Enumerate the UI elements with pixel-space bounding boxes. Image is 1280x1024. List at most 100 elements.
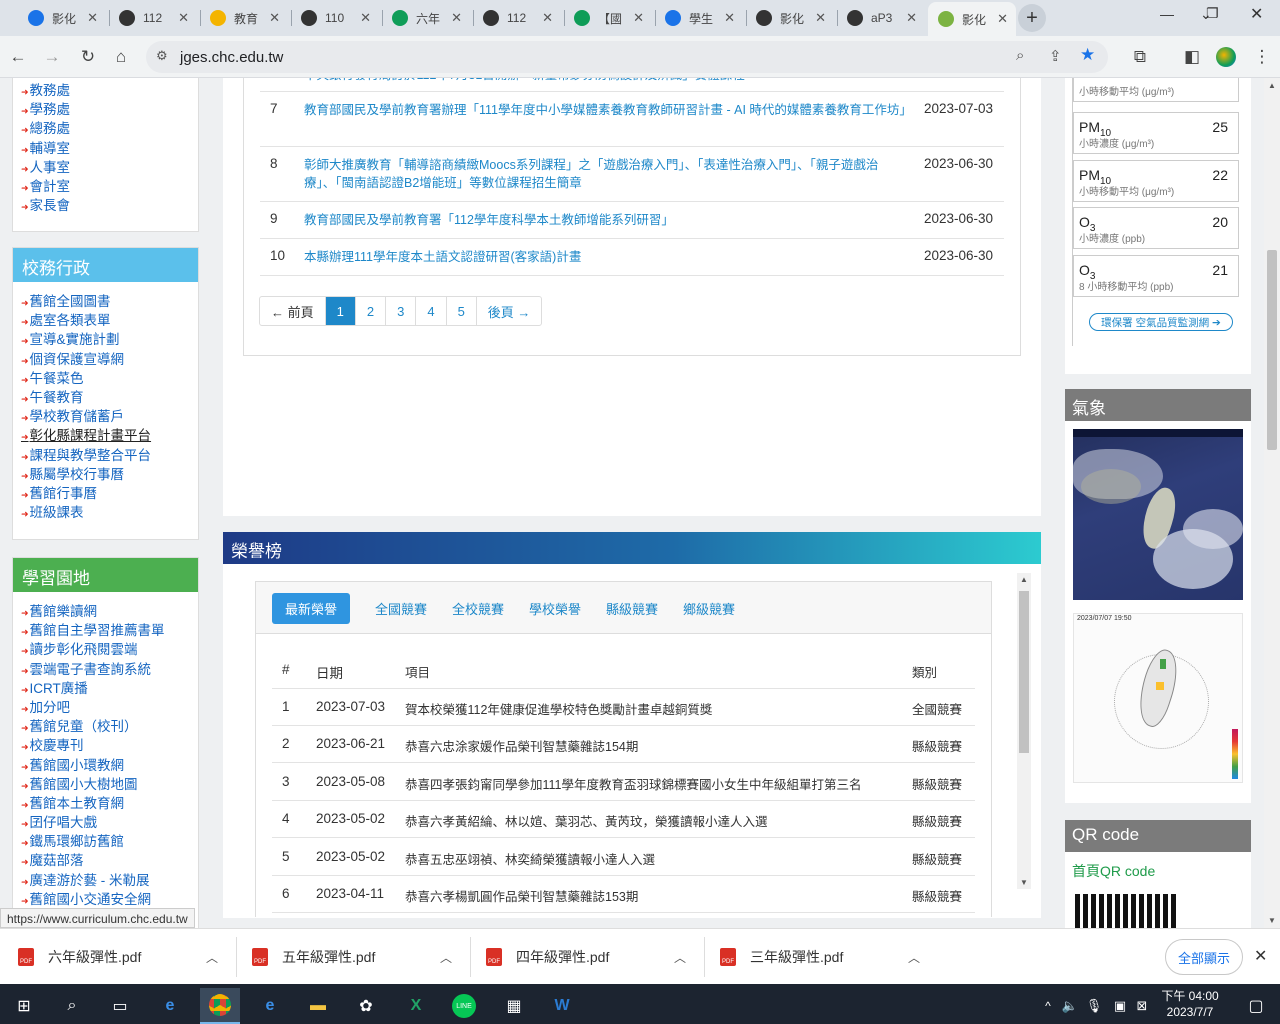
notification-icon[interactable]: ▢ bbox=[1236, 988, 1276, 1024]
browser-tab[interactable]: 112 ✕ bbox=[473, 4, 561, 32]
sidebar-link[interactable]: 班級課表 bbox=[21, 501, 198, 520]
honor-item-link[interactable]: 恭喜四孝張鈞甯同學參加111學年度教育盃羽球錦標賽國小女生中年級組單打第三名 bbox=[405, 774, 862, 793]
browser-tab[interactable]: 學生 ✕ bbox=[655, 4, 743, 32]
download-item[interactable]: PDF 四年級彈性.pdf ︿ bbox=[486, 929, 696, 985]
sidebar-link[interactable]: 彰化縣課程計畫平台 bbox=[21, 424, 198, 443]
browser-tab[interactable]: aP3 ✕ bbox=[837, 4, 925, 32]
sidebar-link[interactable]: ICRT廣播 bbox=[21, 677, 198, 696]
sidebar-link[interactable]: 個資保護宣導網 bbox=[21, 348, 198, 367]
sidebar-link[interactable]: 午餐菜色 bbox=[21, 367, 198, 386]
honor-item-link[interactable]: 賀本校榮獲112年健康促進學校特色獎勵計畫卓越銅質獎 bbox=[405, 699, 712, 718]
browser-tab[interactable]: 影化 ✕ bbox=[928, 2, 1016, 36]
page-button[interactable]: 3 bbox=[386, 297, 417, 325]
sidebar-link[interactable]: 加分吧 bbox=[21, 696, 198, 715]
extensions-icon[interactable]: ⧉ bbox=[1128, 45, 1152, 69]
page-button[interactable]: 2 bbox=[356, 297, 387, 325]
chevron-up-icon[interactable]: ︿ bbox=[908, 949, 920, 966]
sidebar-link[interactable]: 舊館國小大樹地圖 bbox=[21, 773, 198, 792]
sidebar-link[interactable]: 舊館樂讀網 bbox=[21, 600, 198, 619]
bookmark-star-icon[interactable]: ★ bbox=[1080, 45, 1095, 65]
sidebar-link[interactable]: 舊館自主學習推薦書單 bbox=[21, 619, 198, 638]
browser-tab[interactable]: 【國 ✕ bbox=[564, 4, 652, 32]
honor-tab[interactable]: 全國競賽 bbox=[362, 593, 440, 624]
sidebar-link[interactable]: 魔菇部落 bbox=[21, 849, 198, 868]
browser-tab[interactable]: 影化 ✕ bbox=[746, 4, 834, 32]
site-info-icon[interactable]: ⚙ bbox=[156, 48, 168, 64]
side-panel-icon[interactable]: ◧ bbox=[1180, 45, 1204, 69]
chrome-icon[interactable] bbox=[200, 988, 240, 1024]
close-download-bar-icon[interactable]: ✕ bbox=[1254, 946, 1267, 966]
sidebar-link[interactable]: 學校教育儲蓄戶 bbox=[21, 405, 198, 424]
download-item[interactable]: PDF 六年級彈性.pdf ︿ bbox=[18, 929, 228, 985]
sidebar-link[interactable]: 處室各類表單 bbox=[21, 309, 198, 328]
calculator-icon[interactable]: ▦ bbox=[494, 988, 534, 1024]
avatar[interactable] bbox=[1214, 45, 1238, 69]
windows-start-icon[interactable]: ⊞ bbox=[4, 988, 44, 1024]
chevron-up-icon[interactable]: ︿ bbox=[674, 949, 686, 966]
sidebar-link[interactable]: 廣達游於藝 - 米勒展 bbox=[21, 869, 198, 888]
sidebar-link[interactable]: 會計室 bbox=[21, 175, 198, 194]
sidebar-link[interactable]: 縣屬學校行事曆 bbox=[21, 463, 198, 482]
radar-image[interactable]: 2023/07/07 19:50 bbox=[1073, 613, 1243, 783]
sidebar-link[interactable]: 讀步彰化飛閱雲端 bbox=[21, 638, 198, 657]
sidebar-link[interactable]: 課程與教學整合平台 bbox=[21, 444, 198, 463]
honor-tab[interactable]: 學校榮譽 bbox=[516, 593, 594, 624]
sidebar-link[interactable]: 人事室 bbox=[21, 156, 198, 175]
honor-tab[interactable]: 鄉級競賽 bbox=[670, 593, 748, 624]
chevron-up-icon[interactable]: ︿ bbox=[206, 949, 218, 966]
browser-tab[interactable]: 110 ✕ bbox=[291, 4, 379, 32]
minimize-icon[interactable]: — bbox=[1160, 6, 1174, 22]
honor-tab[interactable]: 全校競賽 bbox=[439, 593, 517, 624]
zoom-icon[interactable]: ⌕ bbox=[1016, 47, 1024, 64]
sidebar-link[interactable]: 輔導室 bbox=[21, 137, 198, 156]
sidebar-link[interactable]: 宣導&實施計劃 bbox=[21, 328, 198, 347]
home-button[interactable]: ⌂ bbox=[109, 45, 133, 69]
sidebar-link[interactable]: 教務處 bbox=[21, 79, 198, 98]
page-scrollbar[interactable]: ▲ ▼ bbox=[1264, 78, 1280, 928]
close-tab-icon[interactable]: ✕ bbox=[633, 10, 644, 26]
restore-icon[interactable]: ❐ bbox=[1206, 5, 1219, 22]
download-item[interactable]: PDF 五年級彈性.pdf ︿ bbox=[252, 929, 462, 985]
prev-page-button[interactable]: ← 前頁 bbox=[260, 297, 326, 325]
close-tab-icon[interactable]: ✕ bbox=[724, 10, 735, 26]
show-all-button[interactable]: 全部顯示 bbox=[1165, 939, 1243, 975]
sidebar-link[interactable]: 學務處 bbox=[21, 98, 198, 117]
ie-icon[interactable]: e bbox=[250, 988, 290, 1024]
forward-button[interactable]: → bbox=[40, 45, 64, 69]
ime-icon[interactable]: ⊠ bbox=[1130, 988, 1154, 1024]
browser-tab[interactable]: 影化 ✕ bbox=[18, 4, 106, 32]
sidebar-link[interactable]: 家長會 bbox=[21, 194, 198, 213]
sidebar-link[interactable]: 舊館本土教育網 bbox=[21, 792, 198, 811]
sidebar-link[interactable]: 鐵馬環鄉訪舊館 bbox=[21, 830, 198, 849]
honor-tab[interactable]: 縣級競賽 bbox=[593, 593, 671, 624]
download-item[interactable]: PDF 三年級彈性.pdf ︿ bbox=[720, 929, 930, 985]
news-title-link[interactable]: 教育部國民及學前教育署「112學年度科學本土教師增能系列研習」 bbox=[304, 211, 908, 229]
news-title-link[interactable]: 本縣辦理111學年度本土語文認證研習(客家語)計畫 bbox=[304, 248, 908, 266]
close-tab-icon[interactable]: ✕ bbox=[997, 11, 1008, 27]
network-icon[interactable]: ▣ bbox=[1108, 988, 1132, 1024]
edge-icon[interactable]: e bbox=[150, 988, 190, 1024]
sidebar-link[interactable]: 舊館行事曆 bbox=[21, 482, 198, 501]
menu-icon[interactable]: ⋮ bbox=[1250, 45, 1274, 69]
honor-tab[interactable]: 最新榮譽 bbox=[272, 593, 351, 624]
qr-link[interactable]: 首頁QR code bbox=[1072, 861, 1155, 881]
page-button[interactable]: 5 bbox=[447, 297, 477, 325]
honor-item-link[interactable]: 恭喜六忠涂家媛作品榮刊智慧藥雜誌154期 bbox=[405, 736, 638, 755]
close-window-icon[interactable]: ✕ bbox=[1250, 4, 1263, 24]
close-tab-icon[interactable]: ✕ bbox=[815, 10, 826, 26]
close-tab-icon[interactable]: ✕ bbox=[269, 10, 280, 26]
close-tab-icon[interactable]: ✕ bbox=[451, 10, 462, 26]
tray-chevron-icon[interactable]: ^ bbox=[1036, 988, 1060, 1024]
reload-button[interactable]: ↻ bbox=[76, 45, 100, 69]
sidebar-link[interactable]: 舊館國小環教網 bbox=[21, 754, 198, 773]
news-title-link[interactable]: 彰師大推廣教育「輔導諮商績緻Moocs系列課程」之「遊戲治療入門」、「表達性治療… bbox=[304, 156, 908, 192]
honor-item-link[interactable]: 恭喜六孝楊凱圓作品榮刊智慧藥雜誌153期 bbox=[405, 886, 638, 905]
page-button[interactable]: 1 bbox=[325, 297, 356, 325]
sidebar-link[interactable]: 午餐教育 bbox=[21, 386, 198, 405]
app-icon[interactable]: ✿ bbox=[346, 988, 386, 1024]
honor-item-link[interactable]: 恭喜五忠巫翊禎、林奕綺榮獲讀報小達人入選 bbox=[405, 849, 655, 868]
close-tab-icon[interactable]: ✕ bbox=[360, 10, 371, 26]
close-tab-icon[interactable]: ✕ bbox=[906, 10, 917, 26]
microphone-icon[interactable]: 🎙 bbox=[1082, 988, 1106, 1024]
address-bar[interactable]: ⚙ jges.chc.edu.tw ⌕ ⇪ ★ bbox=[146, 41, 1108, 73]
